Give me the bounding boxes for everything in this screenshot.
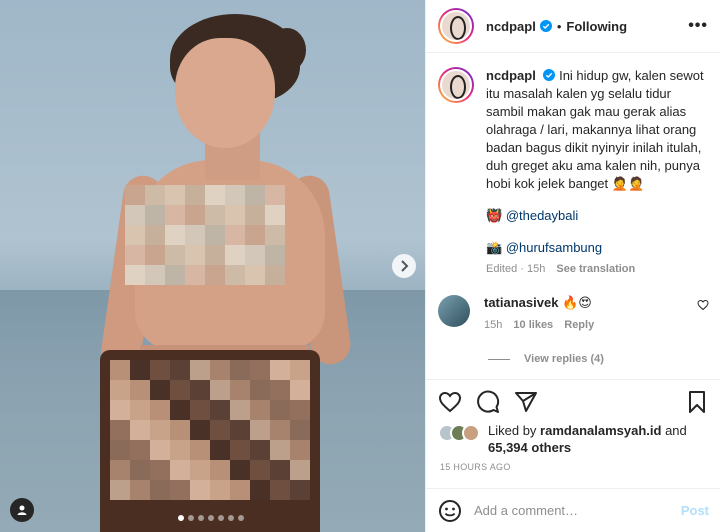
likes-count[interactable]: 65,394 others <box>488 440 571 455</box>
comment-input[interactable] <box>474 503 681 518</box>
more-options-icon[interactable]: ••• <box>688 17 708 35</box>
view-replies-label: View replies (4) <box>524 353 604 365</box>
post-details-panel: ncdpapl • Following ••• ncdpapl Ini hidu… <box>425 0 720 532</box>
reply-button[interactable]: Reply <box>564 319 594 331</box>
and-label: and <box>665 423 687 438</box>
devil-emoji: 👹 <box>486 208 503 223</box>
censor-pixelation <box>125 185 285 285</box>
avatar[interactable] <box>438 67 474 103</box>
replies-divider <box>488 358 510 360</box>
view-replies-button[interactable]: View replies (4) <box>488 353 709 365</box>
avatar[interactable] <box>438 8 474 44</box>
comment-meta: 15h 10 likes Reply <box>484 319 594 331</box>
carousel-indicator <box>178 515 244 521</box>
caption-text: ncdpapl Ini hidup gw, kalen sewot itu ma… <box>486 67 709 193</box>
carousel-dot <box>218 515 224 521</box>
post-media[interactable] <box>0 0 425 532</box>
liker-username[interactable]: ramdanalamsyah.id <box>540 423 661 438</box>
caption-mention-2: 📸 @hurufsambung <box>486 239 709 257</box>
carousel-dot <box>198 515 204 521</box>
author-username[interactable]: ncdpapl <box>486 19 536 34</box>
next-slide-button[interactable] <box>392 254 416 278</box>
share-icon[interactable] <box>514 390 538 414</box>
comments-area: ncdpapl Ini hidup gw, kalen sewot itu ma… <box>426 53 720 379</box>
add-comment-bar: Post <box>426 488 720 532</box>
carousel-dot <box>178 515 184 521</box>
carousel-dot <box>188 515 194 521</box>
heart-icon[interactable] <box>438 390 462 414</box>
post-button[interactable]: Post <box>681 503 709 518</box>
comment-heart-icon[interactable] <box>697 299 709 311</box>
caption-body: Ini hidup gw, kalen sewot itu masalah ka… <box>486 68 704 191</box>
next-arrow-icon <box>401 260 409 272</box>
comment: tatianasivek 🔥😍 15h 10 likes Reply <box>438 295 709 331</box>
action-icons <box>438 386 709 418</box>
verified-icon <box>543 69 556 81</box>
likes-summary: Liked by ramdanalamsyah.id and 65,394 ot… <box>438 422 709 456</box>
carousel-dot <box>228 515 234 521</box>
header-separator: • <box>556 18 562 34</box>
see-translation-link[interactable]: See translation <box>556 263 635 275</box>
user-tag-icon <box>17 505 27 515</box>
verified-icon <box>539 20 552 32</box>
mention-link[interactable]: @thedaybali <box>506 208 578 223</box>
carousel-dot <box>238 515 244 521</box>
comment-likes[interactable]: 10 likes <box>513 319 553 331</box>
caption-mention-1: 👹 @thedaybali <box>486 207 709 225</box>
caption-meta: Edited · 15h See translation <box>486 263 709 275</box>
avatar[interactable] <box>438 295 470 327</box>
tagged-users-button[interactable] <box>10 498 34 522</box>
post-timestamp[interactable]: 15 HOURS AGO <box>440 462 709 472</box>
caption: ncdpapl Ini hidup gw, kalen sewot itu ma… <box>438 67 709 193</box>
comment-username[interactable]: tatianasivek <box>484 295 558 310</box>
carousel-dot <box>208 515 214 521</box>
comment-text: 🔥😍 <box>562 295 592 310</box>
action-bar: Liked by ramdanalamsyah.id and 65,394 ot… <box>426 379 720 472</box>
liked-by-label: Liked by <box>488 423 537 438</box>
liker-avatars[interactable] <box>438 424 486 442</box>
edited-time: Edited · 15h <box>486 263 546 275</box>
comment-content: tatianasivek 🔥😍 15h 10 likes Reply <box>484 295 594 331</box>
photo-subject <box>0 0 425 532</box>
post-header: ncdpapl • Following ••• <box>426 0 720 53</box>
camera-emoji: 📸 <box>486 240 503 255</box>
comment-icon[interactable] <box>476 390 500 414</box>
likes-text: Liked by ramdanalamsyah.id and 65,394 ot… <box>488 422 687 456</box>
caption-username[interactable]: ncdpapl <box>486 68 536 83</box>
emoji-icon[interactable] <box>438 499 462 523</box>
comment-time: 15h <box>484 319 503 331</box>
bookmark-icon[interactable] <box>685 390 709 414</box>
following-button[interactable]: Following <box>566 19 627 34</box>
censor-pixelation <box>110 360 310 500</box>
mention-link[interactable]: @hurufsambung <box>506 240 602 255</box>
